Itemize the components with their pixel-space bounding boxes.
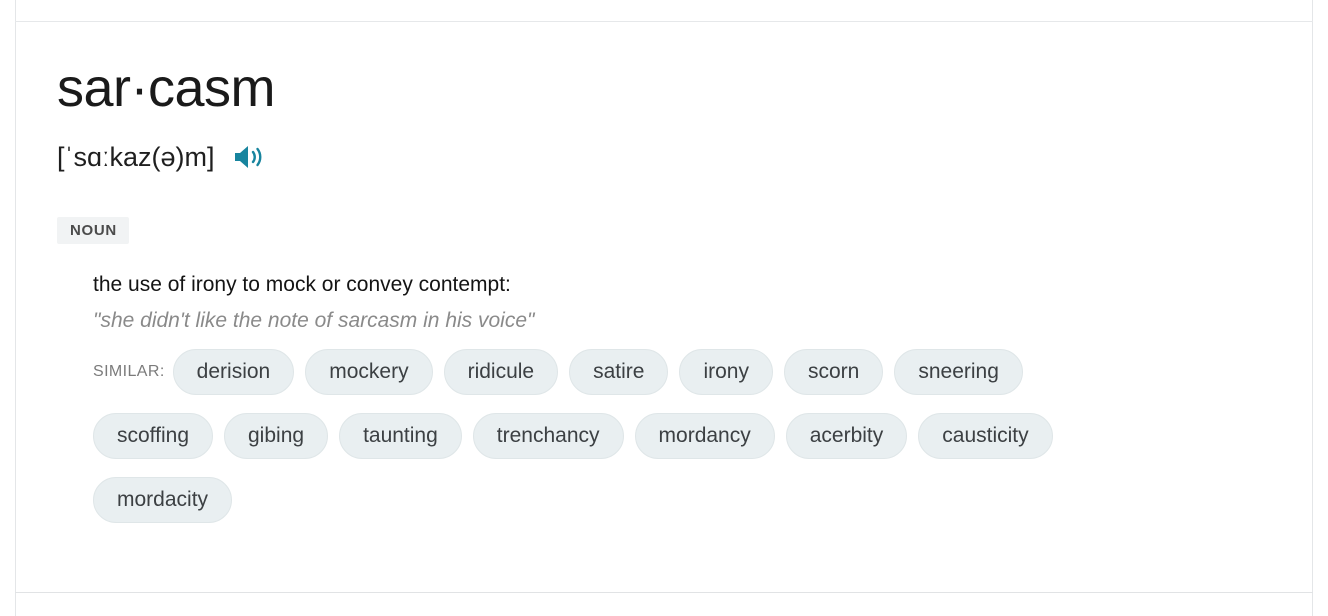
similar-word-chip[interactable]: derision	[172, 348, 295, 395]
part-of-speech-badge: NOUN	[57, 217, 129, 245]
definition-text: the use of irony to mock or convey conte…	[93, 273, 511, 297]
similar-word-chip[interactable]: gibing	[224, 412, 329, 459]
phonetic-transcription: [ˈsɑːkaz(ə)m]	[57, 141, 215, 172]
similar-chip-row: SIMILAR: derision mockery ridicule satire iro…	[93, 348, 1298, 396]
speaker-icon	[232, 143, 266, 171]
similar-word-chip[interactable]: mockery	[305, 348, 433, 395]
page-title: sar·casm	[57, 58, 276, 118]
similar-word-chip[interactable]: mordancy	[634, 412, 775, 459]
similar-word-chip[interactable]: irony	[679, 348, 773, 395]
similar-word-chip[interactable]: trenchancy	[472, 412, 624, 459]
dictionary-entry-page: sar·casm [ˈsɑːkaz(ə)m] NOUN the use of i…	[0, 0, 1328, 616]
similar-chip-row: mordacity	[93, 476, 1298, 524]
similar-word-chip[interactable]: acerbity	[785, 412, 908, 459]
similar-label: SIMILAR:	[93, 362, 165, 380]
similar-word-chip[interactable]: scoffing	[93, 412, 213, 459]
similar-chip-row: scoffing gibing taunting trenchancy mordancy…	[93, 412, 1298, 460]
similar-word-chip[interactable]: ridicule	[443, 348, 559, 395]
similar-word-chip[interactable]: sneering	[894, 348, 1023, 395]
pronunciation-row: [ˈsɑːkaz(ə)m]	[57, 140, 1298, 174]
similar-word-chip[interactable]: taunting	[339, 412, 462, 459]
similar-chip-rows: SIMILAR: derision mockery ridicule satire iro…	[93, 348, 1298, 540]
pronounce-audio-button[interactable]	[231, 142, 267, 172]
similar-word-chip[interactable]: scorn	[784, 348, 884, 395]
similar-word-chip[interactable]: satire	[569, 348, 669, 395]
similar-word-chip[interactable]: causticity	[918, 412, 1053, 459]
entry-content: sar·casm [ˈsɑːkaz(ə)m] NOUN the use of i…	[57, 22, 1298, 540]
similar-words-section: SIMILAR: derision mockery ridicule satire iro…	[93, 348, 1298, 540]
similar-word-chip[interactable]: mordacity	[93, 476, 233, 523]
example-sentence: "she didn't like the note of sarcasm in …	[93, 308, 535, 332]
bottom-divider	[15, 592, 1313, 593]
sense-block: the use of irony to mock or convey conte…	[93, 272, 1298, 540]
